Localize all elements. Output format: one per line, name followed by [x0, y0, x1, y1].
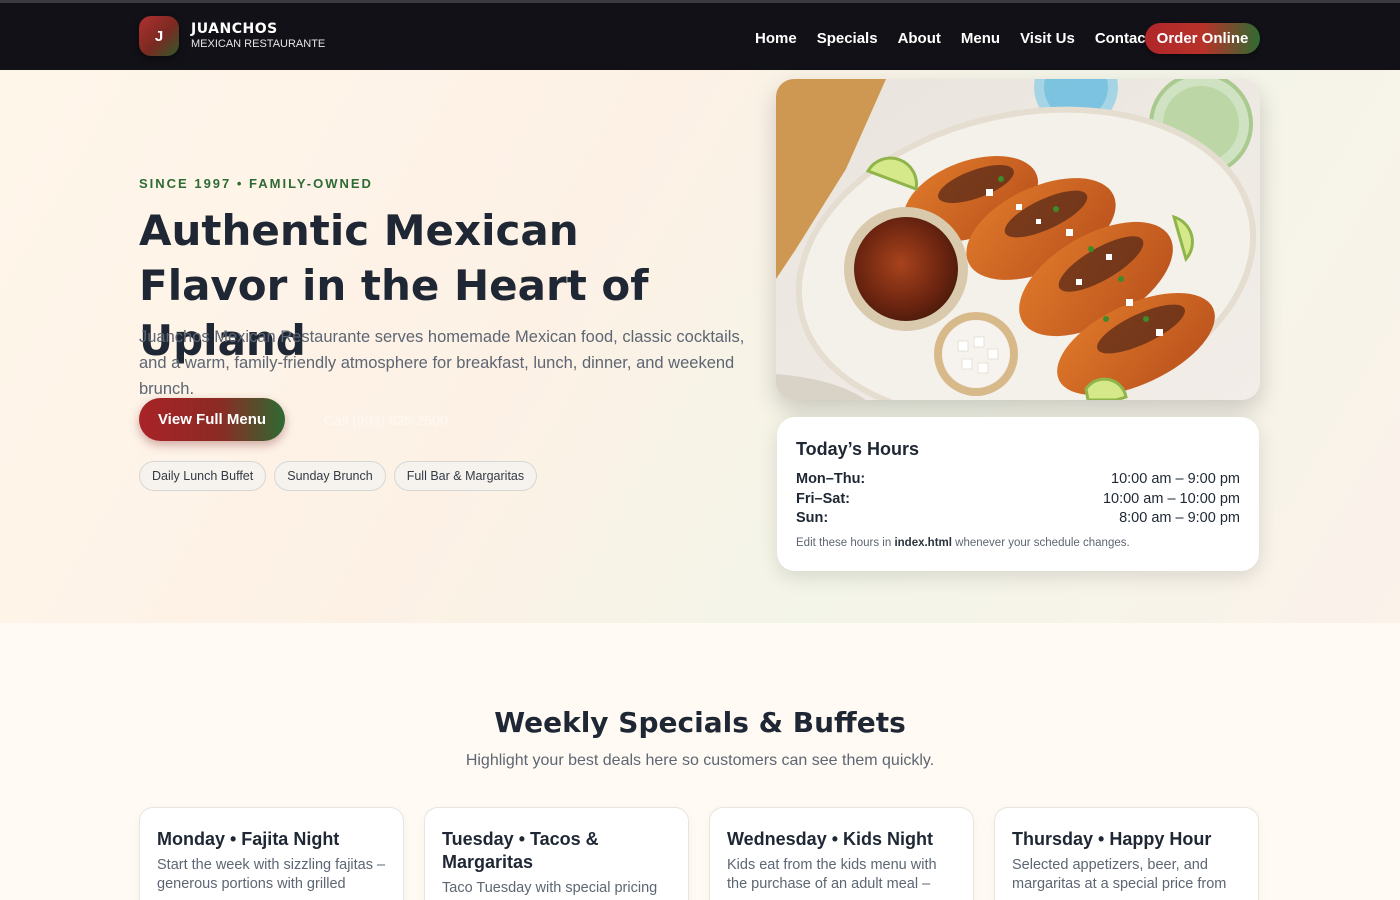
special-card-title: Thursday • Happy Hour — [1012, 829, 1212, 849]
specials-title: Weekly Specials & Buffets — [494, 706, 906, 739]
hours-card: Today’s Hours Mon–Thu: 10:00 am – 9:00 p… — [777, 417, 1259, 571]
brand-text: JUANCHOS MEXICAN RESTAURANTE — [191, 22, 325, 50]
hours-title: Today’s Hours — [796, 439, 920, 459]
nav-link-visit-us[interactable]: Visit Us — [1020, 30, 1075, 48]
nav-link-contact[interactable]: Contact — [1095, 30, 1151, 48]
hours-time: 10:00 am – 9:00 pm — [1111, 471, 1240, 487]
hours-row: Mon–Thu: 10:00 am – 9:00 pm — [796, 470, 1240, 490]
specials-subtitle: Highlight your best deals here so custom… — [465, 752, 935, 769]
brand-subtitle: MEXICAN RESTAURANTE — [191, 38, 326, 50]
logo-mark: J — [139, 16, 179, 56]
hours-day: Sun: — [796, 510, 829, 526]
nav-link-menu[interactable]: Menu — [961, 30, 1000, 48]
special-card-title: Tuesday • Tacos & Margaritas — [442, 829, 599, 872]
special-card-text: Taco Tuesday with special pricing — [442, 880, 658, 896]
chip-full-bar: Full Bar & Margaritas — [393, 461, 538, 491]
hours-note-prefix: Edit these hours in — [796, 536, 895, 549]
special-card-title: Wednesday • Kids Night — [727, 829, 933, 849]
special-card-monday: Monday • Fajita Night Start the week wit… — [139, 807, 404, 900]
special-card-thursday: Thursday • Happy Hour Selected appetizer… — [994, 807, 1259, 900]
hours-row: Sun: 8:00 am – 9:00 pm — [796, 509, 1240, 529]
brand-name: JUANCHOS — [191, 21, 278, 37]
special-card-text: Selected appetizers, beer, and margarita… — [1012, 857, 1227, 892]
chip-sunday-brunch: Sunday Brunch — [274, 461, 386, 491]
special-card-title: Monday • Fajita Night — [157, 829, 340, 849]
brand-logo-link[interactable]: J JUANCHOS MEXICAN RESTAURANTE — [139, 16, 325, 56]
feature-chips: Daily Lunch Buffet Sunday Brunch Full Ba… — [139, 461, 545, 491]
chip-lunch-buffet: Daily Lunch Buffet — [139, 461, 267, 491]
top-navbar: J JUANCHOS MEXICAN RESTAURANTE Home Spec… — [0, 0, 1400, 70]
hours-time: 10:00 am – 10:00 pm — [1102, 490, 1240, 507]
nav-link-specials[interactable]: Specials — [817, 30, 878, 48]
hero-section: SINCE 1997 • FAMILY-OWNED Authentic Mexi… — [0, 70, 1400, 623]
hero-lead: Juanchos Mexican Restaurante serves home… — [139, 328, 745, 398]
hours-day: Fri–Sat: — [796, 490, 850, 507]
hours-note-file: index.html — [894, 536, 952, 549]
hero-food-photo — [776, 79, 1260, 400]
main-nav: Home Specials About Menu Visit Us Contac… — [755, 30, 1171, 48]
nav-link-home[interactable]: Home — [755, 30, 797, 48]
special-card-wednesday: Wednesday • Kids Night Kids eat from the… — [709, 807, 974, 900]
call-phone-button[interactable]: Call (909) 625-2500 — [306, 398, 466, 441]
hours-note: Edit these hours in index.html whenever … — [796, 537, 1240, 549]
hours-time: 8:00 am – 9:00 pm — [1119, 510, 1240, 526]
hero-eyebrow: SINCE 1997 • FAMILY-OWNED — [139, 176, 373, 191]
hours-day: Mon–Thu: — [796, 471, 866, 487]
special-card-tuesday: Tuesday • Tacos & Margaritas Taco Tuesda… — [424, 807, 689, 900]
special-card-text: Kids eat from the kids menu with the pur… — [727, 857, 937, 892]
special-card-text: Start the week with sizzling fajitas – g… — [157, 857, 386, 892]
hours-note-suffix: whenever your schedule changes. — [951, 536, 1130, 549]
hours-row: Fri–Sat: 10:00 am – 10:00 pm — [796, 490, 1240, 510]
nav-link-about[interactable]: About — [898, 30, 941, 48]
order-online-button[interactable]: Order Online — [1145, 23, 1260, 54]
view-full-menu-button[interactable]: View Full Menu — [139, 398, 285, 441]
